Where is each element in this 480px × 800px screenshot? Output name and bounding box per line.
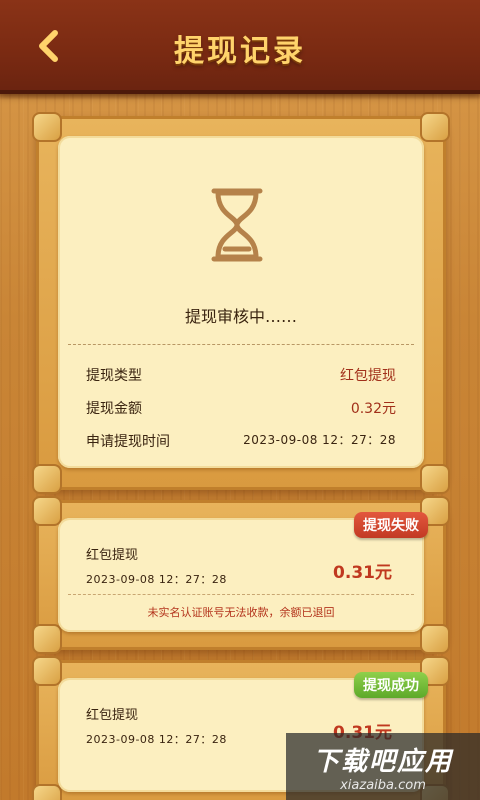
- status-badge-failed: 提现失败: [354, 512, 428, 538]
- hourglass-icon: [211, 188, 263, 262]
- detail-value: 0.32元: [350, 401, 396, 417]
- pending-card-body: 提现审核中…… 提现类型 红包提现 提现金额 0.32元 申请提现时间 2023…: [58, 136, 424, 468]
- watermark-logo: 下载吧应用 xiazaiba.com: [286, 733, 480, 800]
- watermark-url: xiazaiba.com: [340, 777, 426, 793]
- detail-row-amount: 提现金额 0.32元: [86, 398, 396, 418]
- status-badge-success: 提现成功: [354, 672, 428, 698]
- detail-value: 红包提现: [340, 368, 396, 384]
- header-bar: 提现记录: [0, 0, 480, 100]
- record-amount: 0.31元: [333, 563, 392, 583]
- detail-label: 提现金额: [86, 401, 142, 417]
- watermark-title: 下载吧应用: [312, 746, 453, 777]
- detail-row-time: 申请提现时间 2023-09-08 12：27：28: [86, 431, 396, 451]
- review-status: 提现审核中……: [184, 307, 297, 326]
- record-body: 提现失败 红包提现 2023-09-08 12：27：28 0.31元 未实名认…: [58, 512, 428, 632]
- record-time: 2023-09-08 12：27：28: [86, 573, 227, 586]
- detail-row-type: 提现类型 红包提现: [86, 365, 396, 385]
- record-type: 红包提现: [86, 708, 139, 723]
- divider: [68, 594, 414, 595]
- pending-withdrawal-card: 提现审核中…… 提现类型 红包提现 提现金额 0.32元 申请提现时间 2023…: [32, 112, 450, 494]
- divider: [68, 344, 414, 345]
- detail-label: 申请提现时间: [86, 434, 170, 450]
- detail-value: 2023-09-08 12：27：28: [243, 433, 396, 447]
- page-title: 提现记录: [174, 34, 306, 69]
- record-time: 2023-09-08 12：27：28: [86, 733, 227, 746]
- failure-note: 未实名认证账号无法收款，余额已退回: [147, 606, 335, 619]
- detail-label: 提现类型: [86, 368, 142, 384]
- record-type: 红包提现: [86, 548, 139, 563]
- withdrawal-record-failed[interactable]: 提现失败 红包提现 2023-09-08 12：27：28 0.31元 未实名认…: [32, 496, 450, 654]
